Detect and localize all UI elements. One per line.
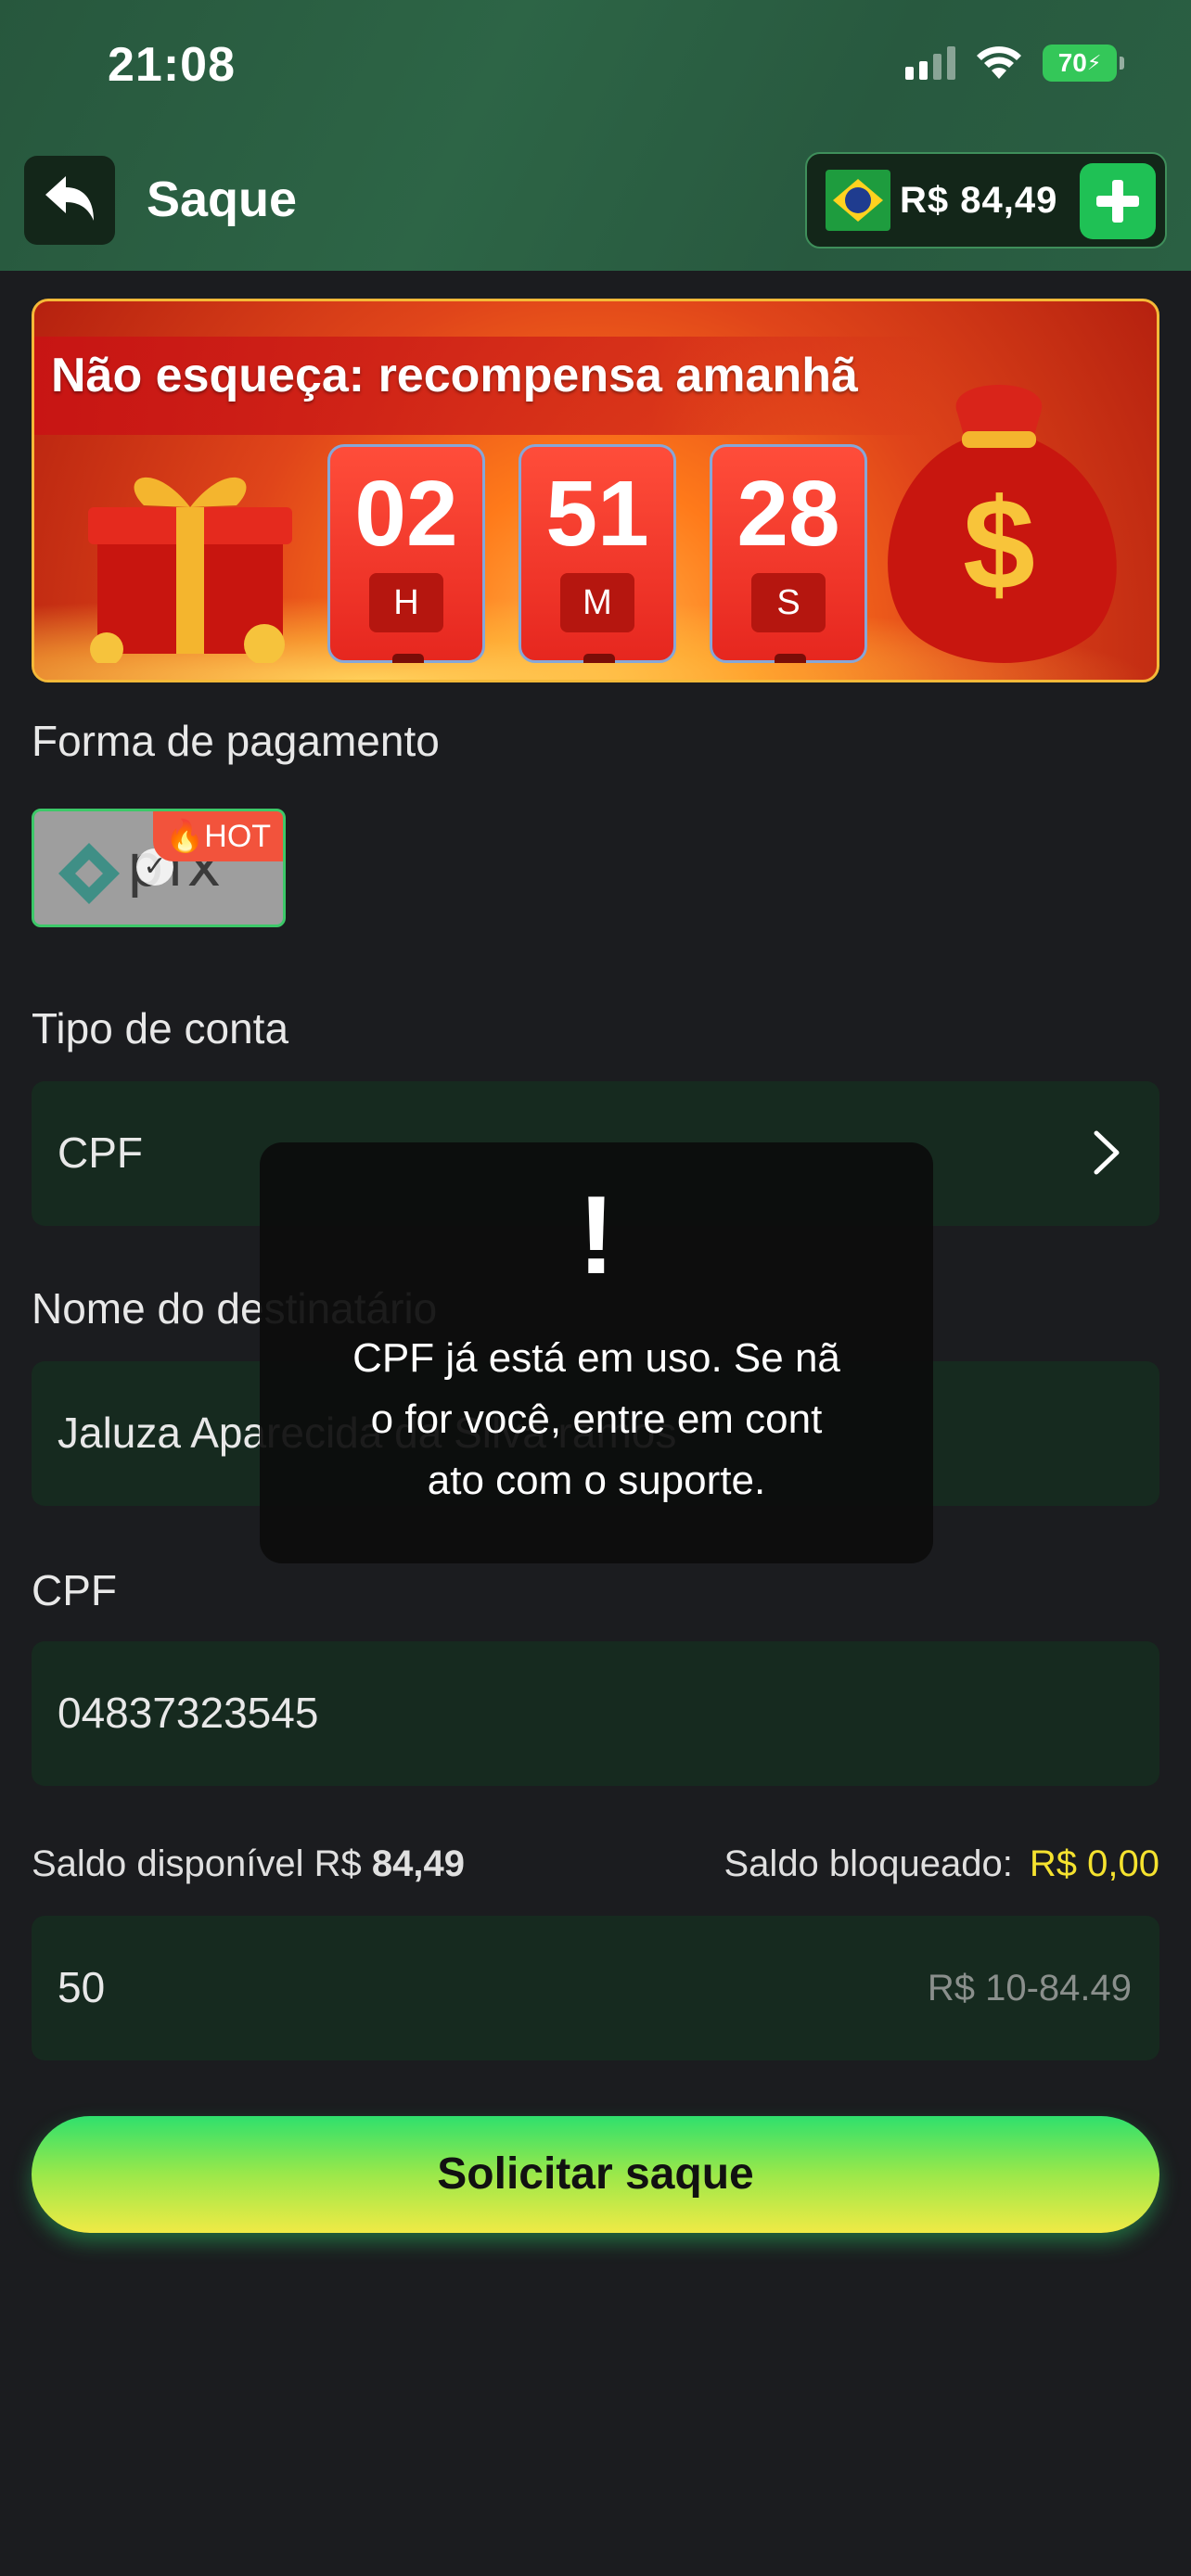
toast-line: ato com o suporte.	[427, 1458, 766, 1503]
timer-minutes: 51 M	[519, 444, 676, 663]
deposit-button[interactable]	[1080, 163, 1156, 239]
brazil-flag-icon	[826, 170, 890, 231]
pix-logo-icon	[58, 843, 120, 904]
request-withdrawal-button[interactable]: Solicitar saque	[32, 2116, 1159, 2233]
timer-seconds-unit: S	[751, 573, 826, 632]
amount-value: 50	[58, 1963, 106, 2011]
cpf-label: CPF	[32, 1566, 117, 1614]
account-type-label: Tipo de conta	[32, 1004, 289, 1052]
available-balance-value: 84,49	[371, 1843, 466, 1884]
back-arrow-icon	[45, 176, 94, 221]
toast-line: o for você, entre em cont	[370, 1396, 823, 1442]
amount-range-hint: R$ 10-84.49	[927, 1968, 1132, 2009]
cellular-signal-icon	[905, 46, 955, 80]
amount-field[interactable]: 50 R$ 10-84.49	[32, 1916, 1159, 2060]
status-icons: 70 ⚡	[905, 45, 1124, 82]
timer-hours: 02 H	[327, 444, 485, 663]
back-button[interactable]	[24, 156, 115, 245]
balance-display: R$ 84,49	[805, 152, 1167, 249]
balance-value: R$ 84,49	[900, 179, 1058, 221]
cpf-value: 04837323545	[58, 1689, 319, 1737]
payment-method-label: Forma de pagamento	[32, 717, 440, 765]
toast-message: CPF já está em uso. Se nã o for você, en…	[306, 1328, 887, 1511]
account-type-value: CPF	[58, 1129, 143, 1177]
status-time: 21:08	[108, 38, 236, 92]
toast-line: CPF já está em uso. Se nã	[352, 1335, 840, 1381]
hot-badge: 🔥HOT	[153, 811, 283, 861]
reward-banner[interactable]: $ Não esqueça: recompensa amanhã 02 H 51…	[32, 299, 1159, 682]
error-toast: ! CPF já está em uso. Se nã o for você, …	[260, 1142, 933, 1563]
cpf-field[interactable]: 04837323545	[32, 1641, 1159, 1786]
gift-box-icon	[88, 477, 292, 663]
banner-title: Não esqueça: recompensa amanhã	[51, 349, 858, 402]
blocked-balance-label: Saldo bloqueado:	[724, 1843, 1013, 1884]
available-balance-label: Saldo disponível R$	[32, 1843, 362, 1884]
timer-seconds-value: 28	[736, 462, 840, 566]
svg-text:$: $	[963, 471, 1035, 617]
timer-minutes-value: 51	[545, 462, 649, 566]
balance-row: Saldo disponível R$ 84,49 Saldo bloquead…	[32, 1843, 1159, 1890]
timer-hours-unit: H	[369, 573, 443, 632]
blocked-balance: Saldo bloqueado: R$ 0,00	[724, 1843, 1160, 1885]
page-title: Saque	[147, 172, 298, 227]
battery-level: 70	[1057, 48, 1087, 77]
plus-icon	[1096, 180, 1139, 223]
timer-seconds: 28 S	[710, 444, 867, 663]
wifi-icon	[977, 46, 1021, 79]
fire-icon: 🔥	[164, 819, 205, 854]
available-balance: Saldo disponível R$ 84,49	[32, 1843, 465, 1885]
payment-option-pix[interactable]: pix ✓ 🔥HOT	[32, 809, 286, 927]
timer-minutes-unit: M	[560, 573, 634, 632]
timer-hours-value: 02	[354, 462, 458, 566]
blocked-balance-value: R$ 0,00	[1029, 1843, 1159, 1884]
chevron-right-icon	[1094, 1130, 1120, 1175]
battery-icon: 70 ⚡	[1043, 45, 1124, 82]
exclamation-icon: !	[578, 1173, 615, 1297]
